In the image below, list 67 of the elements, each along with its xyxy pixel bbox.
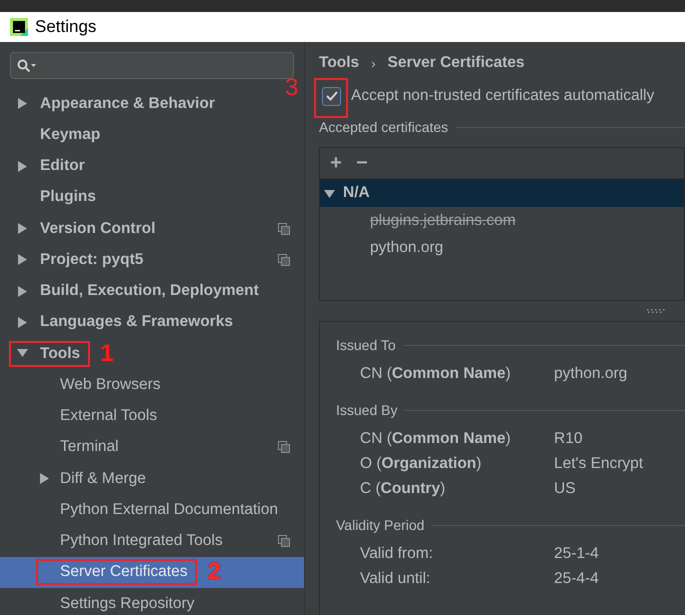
- sidebar-item[interactable]: Plugins: [0, 182, 304, 213]
- annotation-box: [314, 78, 348, 118]
- sidebar-item[interactable]: Project: pyqt5: [0, 244, 304, 276]
- search-icon[interactable]: [17, 58, 37, 72]
- collapsed-arrow-icon[interactable]: [16, 223, 28, 234]
- sidebar-item[interactable]: Tools 1: [0, 338, 304, 370]
- window-title: Settings: [35, 17, 96, 37]
- field-value: 25-4-4: [554, 570, 600, 588]
- app-logo-icon: [10, 18, 28, 36]
- breadcrumb-separator: ›: [371, 56, 376, 70]
- expanded-arrow-icon[interactable]: [324, 188, 335, 198]
- field-value: R10: [554, 430, 584, 448]
- sidebar-item[interactable]: External Tools: [0, 400, 304, 432]
- breadcrumb-item: Server Certificates: [388, 54, 525, 72]
- field-value: 25-1-4: [554, 545, 600, 563]
- field-label: CN (Common Name): [360, 365, 512, 383]
- collapsed-arrow-icon[interactable]: [16, 286, 28, 297]
- add-button[interactable]: +: [328, 152, 344, 174]
- field-label: C (Country): [360, 480, 446, 498]
- checkmark-icon: [326, 91, 338, 101]
- section-title: Issued To: [336, 337, 396, 353]
- annotation-number: 1: [100, 342, 114, 366]
- collapsed-arrow-icon[interactable]: [16, 316, 28, 328]
- sidebar-item[interactable]: Server Certificates 2: [0, 556, 304, 588]
- tree-node[interactable]: N/A: [320, 179, 684, 207]
- certificate-item[interactable]: plugins.jetbrains.com: [370, 212, 516, 230]
- field-value: Let's Encrypt: [554, 455, 644, 473]
- remove-button[interactable]: −: [354, 152, 370, 174]
- sidebar-item[interactable]: Editor: [0, 150, 304, 182]
- collapsed-arrow-icon[interactable]: [38, 473, 50, 484]
- collapsed-arrow-icon[interactable]: [16, 98, 28, 110]
- field-label: O (Organization): [360, 455, 482, 473]
- checkbox[interactable]: [322, 86, 341, 106]
- annotation-box: Tools: [11, 342, 88, 365]
- collapsed-arrow-icon[interactable]: [16, 254, 28, 266]
- sidebar-item[interactable]: Version Control: [0, 213, 304, 244]
- project-level-icon: [278, 254, 290, 266]
- sidebar-item[interactable]: Build, Execution, Deployment: [0, 276, 304, 307]
- project-level-icon: [278, 222, 290, 235]
- certificate-item[interactable]: python.org: [370, 238, 444, 256]
- checkbox-label[interactable]: Accept non-trusted certificates automatically: [351, 87, 654, 105]
- project-level-icon: [278, 441, 290, 454]
- breadcrumb-item[interactable]: Tools: [319, 54, 360, 72]
- sidebar-item[interactable]: Diff & Merge: [0, 463, 304, 494]
- group-title: Accepted certificates: [319, 119, 448, 135]
- sidebar-item[interactable]: Python External Documentation: [0, 494, 304, 526]
- annotation-box: Server Certificates: [38, 561, 196, 584]
- field-label: Valid until:: [360, 570, 432, 588]
- sidebar-item[interactable]: Settings Repository: [0, 588, 304, 615]
- splitter-handle-icon[interactable]: [647, 309, 665, 313]
- annotation-number: 2: [207, 560, 221, 584]
- annotation-number: 3: [285, 76, 298, 100]
- sidebar-item[interactable]: Web Browsers: [0, 369, 304, 400]
- field-label: CN (Common Name): [360, 430, 512, 448]
- expanded-arrow-icon[interactable]: [16, 346, 28, 358]
- collapsed-arrow-icon[interactable]: [16, 160, 28, 172]
- search-field[interactable]: [10, 52, 294, 79]
- field-value: python.org: [554, 365, 628, 383]
- section-title: Validity Period: [336, 517, 424, 533]
- sidebar-item[interactable]: Python Integrated Tools: [0, 526, 304, 557]
- sidebar-item[interactable]: Keymap: [0, 119, 304, 150]
- field-label: Valid from:: [360, 545, 434, 563]
- sidebar-item[interactable]: Terminal: [0, 432, 304, 463]
- sidebar-item[interactable]: Languages & Frameworks: [0, 306, 304, 338]
- field-value: US: [554, 480, 577, 498]
- section-title: Issued By: [336, 402, 398, 418]
- project-level-icon: [278, 535, 290, 548]
